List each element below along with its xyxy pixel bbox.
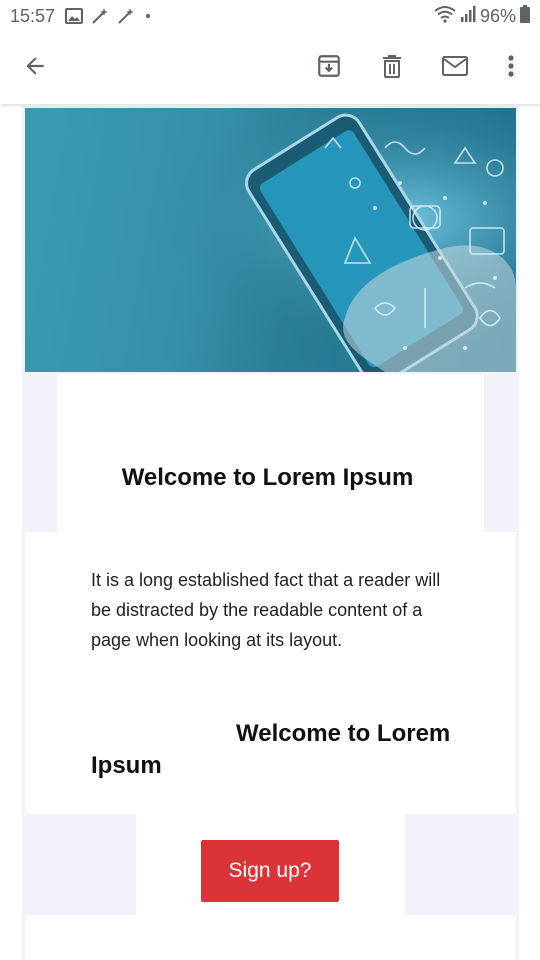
- mail-icon: [441, 54, 469, 83]
- delete-button[interactable]: [368, 44, 416, 92]
- hero-image: [25, 108, 516, 372]
- mark-unread-button[interactable]: [431, 44, 479, 92]
- welcome-heading: Welcome to Lorem Ipsum: [121, 464, 414, 491]
- archive-button[interactable]: [305, 44, 353, 92]
- intro-paragraph: It is a long established fact that a rea…: [91, 570, 441, 650]
- more-vert-icon: [507, 54, 515, 83]
- back-button[interactable]: [11, 44, 59, 92]
- archive-icon: [316, 53, 342, 84]
- magic-wand-icon: [115, 7, 135, 25]
- battery-percent: 96%: [479, 5, 516, 26]
- sign-up-button[interactable]: Sign up?: [201, 840, 339, 902]
- wifi-icon: [434, 5, 456, 28]
- status-bar: 15:57 96%: [0, 0, 540, 32]
- magic-wand-icon: [89, 7, 109, 25]
- footer-card: [25, 915, 516, 960]
- header-card: [57, 374, 484, 532]
- email-body: Welcome to Lorem Ipsum It is a long esta…: [22, 106, 519, 960]
- more-options-button[interactable]: [487, 44, 535, 92]
- email-toolbar: [0, 32, 540, 104]
- back-arrow-icon: [22, 53, 48, 84]
- status-time: 15:57: [10, 5, 56, 26]
- welcome-subheading: Welcome to Lorem Ipsum: [91, 720, 451, 779]
- signal-icon: [460, 5, 476, 28]
- status-right: 96%: [434, 4, 530, 28]
- dot-icon: [141, 9, 155, 23]
- image-icon: [65, 8, 84, 24]
- trash-icon: [380, 53, 404, 84]
- battery-icon: [520, 4, 530, 28]
